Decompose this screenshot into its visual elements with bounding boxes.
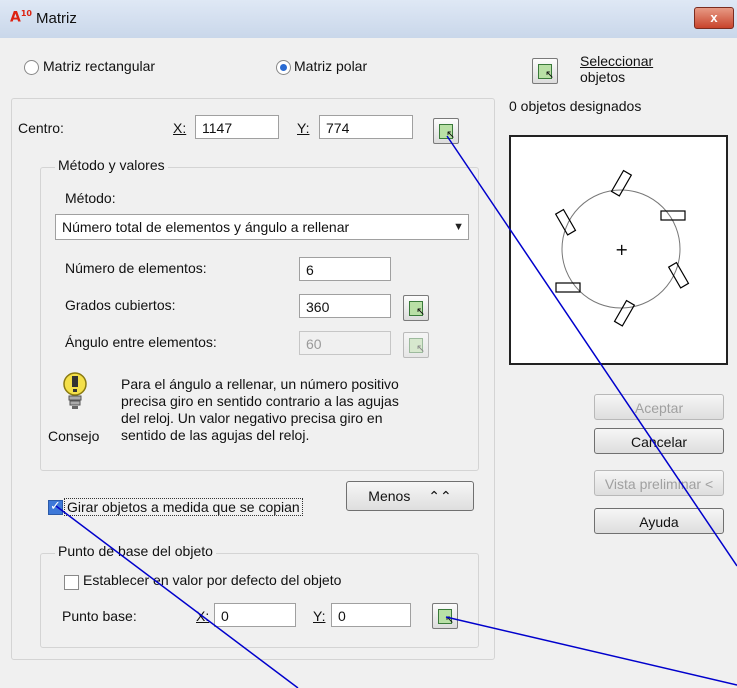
center-y-input[interactable]: 774 bbox=[319, 115, 413, 139]
tip-label: Consejo bbox=[48, 428, 100, 444]
base-y-label: Y: bbox=[313, 608, 326, 624]
center-y-label: Y: bbox=[297, 120, 310, 136]
select-objects-button[interactable] bbox=[532, 58, 558, 84]
center-x-input[interactable]: 1147 bbox=[195, 115, 279, 139]
less-button[interactable]: Menos ⌃⌃ bbox=[346, 481, 474, 511]
num-elements-label: Número de elementos: bbox=[65, 260, 207, 276]
angle-between-label: Ángulo entre elementos: bbox=[65, 334, 217, 350]
pick-cursor-icon bbox=[409, 338, 425, 355]
angle-between-input[interactable]: 60 bbox=[299, 331, 391, 355]
lightbulb-icon bbox=[63, 372, 87, 409]
less-button-label: Menos bbox=[368, 488, 411, 504]
selected-count: 0 objetos designados bbox=[509, 98, 642, 114]
method-select[interactable]: Número total de elementos y ángulo a rel… bbox=[55, 214, 469, 240]
method-group-legend: Método y valores bbox=[55, 157, 168, 173]
close-button[interactable]: x bbox=[694, 7, 734, 29]
base-point-label: Punto base: bbox=[62, 608, 137, 624]
rotate-objects-checkbox[interactable] bbox=[48, 498, 63, 515]
pick-degrees-button[interactable] bbox=[403, 295, 429, 321]
center-label: Centro: bbox=[18, 120, 64, 136]
radio-rectangular[interactable] bbox=[24, 60, 39, 75]
pick-cursor-icon bbox=[439, 124, 455, 141]
select-objects-label[interactable]: Seleccionar objetos bbox=[580, 53, 653, 85]
num-elements-input[interactable]: 6 bbox=[299, 257, 391, 281]
double-chevron-up-icon: ⌃⌃ bbox=[428, 488, 452, 504]
base-x-input[interactable]: 0 bbox=[214, 603, 296, 627]
pick-base-point-button[interactable] bbox=[432, 603, 458, 629]
base-point-legend: Punto de base del objeto bbox=[55, 543, 216, 559]
method-select-value: Número total de elementos y ángulo a rel… bbox=[62, 219, 350, 235]
center-x-label: X: bbox=[173, 120, 187, 136]
label-polar[interactable]: Matriz polar bbox=[294, 58, 367, 74]
method-label: Método: bbox=[65, 190, 116, 206]
default-base-checkbox[interactable] bbox=[64, 575, 79, 590]
preview-area: + bbox=[509, 135, 728, 365]
degrees-input[interactable]: 360 bbox=[299, 294, 391, 318]
degrees-label: Grados cubiertos: bbox=[65, 297, 176, 313]
cancel-button[interactable]: Cancelar bbox=[594, 428, 724, 454]
polar-array-preview: + bbox=[554, 169, 690, 327]
rotate-objects-label[interactable]: Girar objetos a medida que se copian bbox=[64, 498, 303, 516]
base-point-group bbox=[40, 553, 479, 648]
title-bar: A10 Matriz x bbox=[0, 0, 737, 39]
pick-angle-button[interactable] bbox=[403, 332, 429, 358]
radio-polar[interactable] bbox=[276, 60, 291, 75]
base-y-input[interactable]: 0 bbox=[331, 603, 411, 627]
pick-cursor-icon bbox=[438, 609, 454, 626]
label-rectangular[interactable]: Matriz rectangular bbox=[43, 58, 155, 74]
window-title: Matriz bbox=[36, 10, 77, 27]
base-x-label: X: bbox=[196, 608, 210, 624]
preview-button[interactable]: Vista preliminar < bbox=[594, 470, 724, 496]
pick-cursor-icon bbox=[538, 64, 554, 81]
pick-center-button[interactable] bbox=[433, 118, 459, 144]
autocad-logo-icon: A10 bbox=[10, 9, 32, 26]
tip-text: Para el ángulo a rellenar, un número pos… bbox=[121, 376, 399, 443]
svg-text:+: + bbox=[615, 240, 628, 259]
pick-cursor-icon bbox=[409, 301, 425, 318]
help-button[interactable]: Ayuda bbox=[594, 508, 724, 534]
ok-button[interactable]: Aceptar bbox=[594, 394, 724, 420]
dropdown-arrow-icon: ▼ bbox=[453, 221, 464, 233]
default-base-label[interactable]: Establecer en valor por defecto del obje… bbox=[83, 572, 341, 588]
